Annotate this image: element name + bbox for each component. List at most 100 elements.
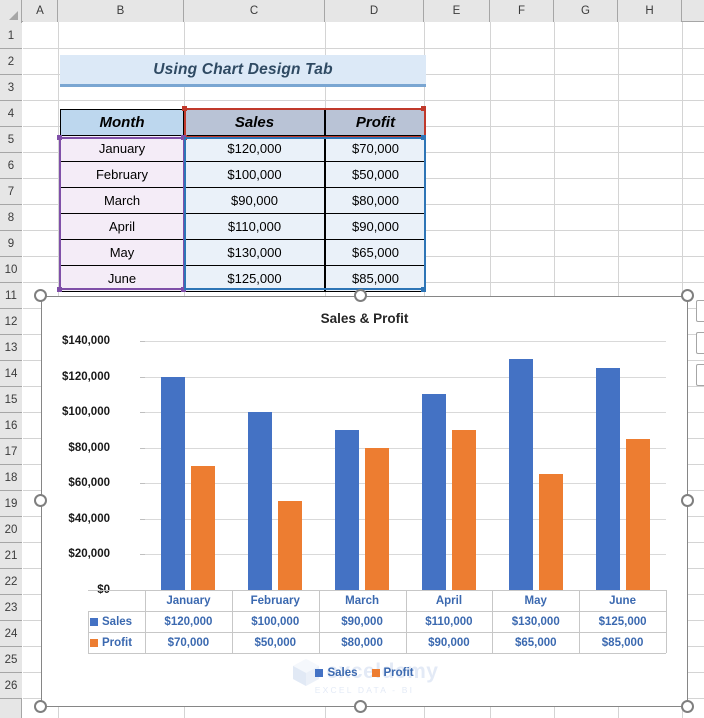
table-cell-sales-2[interactable]: $100,000 (184, 162, 325, 188)
column-header-g[interactable]: G (554, 0, 618, 22)
chart-handle-top-left[interactable] (34, 289, 47, 302)
data-table-value-sales-june: $125,000 (598, 615, 647, 628)
row-header-15[interactable]: 15 (0, 387, 22, 413)
data-table-value-sales-march: $90,000 (341, 615, 383, 628)
bar-sales-april[interactable] (421, 394, 446, 590)
row-header-18[interactable]: 18 (0, 465, 22, 491)
column-header-f[interactable]: F (490, 0, 554, 22)
table-cell-profit-5[interactable]: $65,000 (325, 240, 426, 266)
data-table-value-sales-february: $100,000 (251, 615, 300, 628)
row-header-17[interactable]: 17 (0, 439, 22, 465)
y-tick-120000 (140, 376, 145, 378)
row-header-12[interactable]: 12 (0, 309, 22, 335)
table-cell-sales-3[interactable]: $90,000 (184, 188, 325, 214)
table-cell-sales-4[interactable]: $110,000 (184, 214, 325, 240)
chart-plot-area: $0 $20,000 $40,000 $60,000 $80,000 $100,000 $1… (62, 335, 666, 596)
row-header-20[interactable]: 20 (0, 517, 22, 543)
column-header-h[interactable]: H (618, 0, 682, 22)
y-axis-label-4: $80,000 (68, 441, 110, 454)
row-header-13[interactable]: 13 (0, 335, 22, 361)
row-header-26[interactable]: 26 (0, 673, 22, 699)
y-axis-label-3: $60,000 (68, 477, 110, 490)
row-header-16[interactable]: 16 (0, 413, 22, 439)
row-header-19[interactable]: 19 (0, 491, 22, 517)
row-header-23[interactable]: 23 (0, 595, 22, 621)
excel-worksheet: ABCDEFGH 1 2 3 4 5 6 7 8 9 10 11 12 13 14 15 16 17 18 19 20… (0, 0, 704, 718)
row-header-5[interactable]: 5 (0, 127, 22, 153)
table-header-sales[interactable]: Sales (184, 109, 325, 136)
selection-handle-red-tl (182, 106, 187, 111)
data-table-value-profit-april: $90,000 (428, 636, 470, 649)
y-tick-60000 (140, 483, 145, 485)
bar-profit-june[interactable] (625, 438, 650, 590)
legend-swatch-sales (315, 669, 324, 677)
chart-styles-button[interactable] (696, 332, 704, 354)
chart-handle-middle-left[interactable] (34, 494, 47, 507)
column-header-c[interactable]: C (184, 0, 325, 22)
table-cell-sales-1[interactable]: $120,000 (184, 136, 325, 162)
chart-handle-bottom-center[interactable] (354, 700, 367, 713)
y-axis-label-7: $140,000 (62, 335, 110, 347)
row-header-6[interactable]: 6 (0, 153, 22, 179)
chart-handle-bottom-right[interactable] (681, 700, 694, 713)
table-cell-profit-2[interactable]: $50,000 (325, 162, 426, 188)
table-cell-month-1[interactable]: January (60, 136, 184, 162)
row-header-11[interactable]: 11 (0, 283, 22, 309)
bar-profit-january[interactable] (191, 465, 216, 590)
chart-handle-bottom-left[interactable] (34, 700, 47, 713)
data-table-key-label-sales: Sales (102, 615, 133, 628)
legend-item-sales[interactable]: Sales (315, 667, 358, 679)
chart-handle-middle-right[interactable] (681, 494, 694, 507)
table-cell-month-3[interactable]: March (60, 188, 184, 214)
column-header-e[interactable]: E (424, 0, 490, 22)
bar-sales-may[interactable] (508, 358, 533, 590)
row-header-22[interactable]: 22 (0, 569, 22, 595)
bar-sales-february[interactable] (248, 412, 273, 590)
bar-profit-march[interactable] (365, 447, 390, 590)
table-header-profit[interactable]: Profit (325, 109, 426, 136)
row-header-7[interactable]: 7 (0, 179, 22, 205)
row-header-14[interactable]: 14 (0, 361, 22, 387)
chart-filters-button[interactable] (696, 364, 704, 386)
bar-profit-april[interactable] (451, 429, 476, 590)
chart-handle-top-right[interactable] (681, 289, 694, 302)
bar-sales-june[interactable] (595, 367, 620, 590)
row-header-4[interactable]: 4 (0, 101, 22, 127)
data-table-category-may: May (524, 594, 547, 607)
row-header-21[interactable]: 21 (0, 543, 22, 569)
row-header-10[interactable]: 10 (0, 257, 22, 283)
chart-object[interactable]: Sales & Profit $0 $20,000 $40,000 $60,000 $8… (41, 296, 688, 707)
bar-profit-may[interactable] (538, 474, 563, 590)
row-header-8[interactable]: 8 (0, 205, 22, 231)
legend-item-profit[interactable]: Profit (371, 667, 414, 679)
row-header-9[interactable]: 9 (0, 231, 22, 257)
table-cell-profit-4[interactable]: $90,000 (325, 214, 426, 240)
bar-sales-january[interactable] (161, 376, 186, 590)
table-cell-month-5[interactable]: May (60, 240, 184, 266)
select-all-corner[interactable] (0, 0, 22, 22)
data-table-value-profit-may: $65,000 (514, 636, 557, 649)
row-header-1[interactable]: 1 (0, 23, 22, 49)
row-header-24[interactable]: 24 (0, 621, 22, 647)
gridline-40000 (145, 518, 666, 520)
row-header-3[interactable]: 3 (0, 75, 22, 101)
table-cell-sales-6[interactable]: $125,000 (184, 266, 325, 292)
bar-profit-february[interactable] (278, 501, 303, 590)
gridline-60000 (145, 483, 666, 485)
column-header-b[interactable]: B (58, 0, 184, 22)
table-cell-profit-3[interactable]: $80,000 (325, 188, 426, 214)
row-header-25[interactable]: 25 (0, 647, 22, 673)
column-header-a[interactable]: A (23, 0, 58, 22)
row-header-2[interactable]: 2 (0, 49, 22, 75)
bar-sales-march[interactable] (335, 429, 360, 590)
chart-elements-button[interactable] (696, 300, 704, 322)
table-cell-profit-1[interactable]: $70,000 (325, 136, 426, 162)
table-cell-month-4[interactable]: April (60, 214, 184, 240)
column-header-d[interactable]: D (325, 0, 424, 22)
table-cell-month-6[interactable]: June (60, 266, 184, 292)
table-cell-month-2[interactable]: February (60, 162, 184, 188)
table-cell-profit-6[interactable]: $85,000 (325, 266, 426, 292)
table-header-month[interactable]: Month (60, 109, 184, 136)
table-cell-sales-5[interactable]: $130,000 (184, 240, 325, 266)
chart-handle-top-center[interactable] (354, 289, 367, 302)
